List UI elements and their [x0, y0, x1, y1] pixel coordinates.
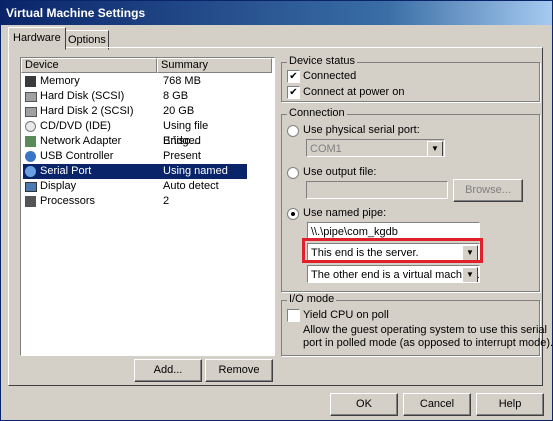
device-name: CD/DVD (IDE) [40, 120, 111, 132]
help-button[interactable]: Help [476, 393, 544, 416]
device-row-processors[interactable]: Processors 2 [23, 194, 247, 209]
usb-icon [25, 151, 36, 162]
device-summary: Auto detect [163, 180, 219, 192]
device-name: Network Adapter [40, 135, 122, 147]
io-mode-description-line2: port in polled mode (as opposed to inter… [303, 337, 553, 349]
display-icon [25, 182, 37, 192]
connected-label: Connected [303, 70, 357, 82]
device-summary: Bridged [163, 135, 201, 147]
title-bar: Virtual Machine Settings [1, 1, 552, 25]
processor-icon [25, 196, 36, 207]
device-summary: 20 GB [163, 105, 195, 117]
device-name: Memory [40, 75, 80, 87]
device-list[interactable]: Device Summary Memory 768 MB Hard Disk (… [20, 57, 275, 356]
device-row-memory[interactable]: Memory 768 MB [23, 74, 247, 89]
io-mode-description-line1: Allow the guest operating system to use … [303, 324, 547, 336]
device-name: Hard Disk (SCSI) [40, 90, 125, 102]
device-row-serial-port[interactable]: Serial Port Using named pi... [23, 164, 247, 192]
device-name: Processors [40, 195, 96, 207]
device-row-usb-controller[interactable]: USB Controller Present [23, 149, 247, 164]
chevron-down-icon: ▼ [427, 141, 443, 156]
device-summary: 768 MB [163, 75, 201, 87]
yield-cpu-checkbox[interactable] [287, 309, 300, 322]
device-name: Hard Disk 2 (SCSI) [40, 105, 134, 117]
connected-checkbox[interactable]: ✔ [287, 70, 300, 83]
tab-hardware[interactable]: Hardware [8, 27, 66, 50]
yield-cpu-label: Yield CPU on poll [303, 309, 389, 321]
physical-port-select[interactable]: COM1 ▼ [306, 139, 445, 157]
highlight-box [302, 238, 483, 263]
device-row-cd-dvd[interactable]: CD/DVD (IDE) Using file E:\iso... [23, 119, 247, 147]
hard-disk-icon [25, 107, 37, 117]
other-end-select[interactable]: The other end is a virtual machine. ▼ [307, 265, 480, 283]
connect-at-power-on-checkbox[interactable]: ✔ [287, 86, 300, 99]
output-file-input[interactable] [306, 181, 448, 199]
io-mode-title: I/O mode [287, 293, 337, 305]
network-adapter-icon [25, 136, 36, 147]
device-status-title: Device status [287, 55, 358, 67]
named-pipe-label: Use named pipe: [303, 207, 387, 219]
device-summary: 2 [163, 195, 170, 207]
device-name: Serial Port [40, 165, 92, 177]
device-summary: 8 GB [163, 90, 189, 102]
hard-disk-icon [25, 92, 37, 102]
device-row-hard-disk-2[interactable]: Hard Disk 2 (SCSI) 20 GB [23, 104, 247, 119]
device-row-network-adapter[interactable]: Network Adapter Bridged [23, 134, 247, 149]
physical-port-value: COM1 [310, 143, 342, 155]
add-button[interactable]: Add... [134, 359, 202, 382]
device-row-hard-disk[interactable]: Hard Disk (SCSI) 8 GB [23, 89, 247, 104]
device-summary: Present [163, 150, 201, 162]
other-end-value: The other end is a virtual machine. [311, 269, 480, 281]
ok-button[interactable]: OK [330, 393, 398, 416]
memory-icon [25, 76, 36, 87]
device-name: Display [40, 180, 77, 192]
cd-dvd-icon [25, 121, 36, 132]
serial-port-icon [25, 166, 36, 177]
physical-serial-port-label: Use physical serial port: [303, 124, 420, 136]
browse-button[interactable]: Browse... [453, 179, 523, 202]
connection-title: Connection [287, 107, 347, 119]
connect-at-power-on-label: Connect at power on [303, 86, 405, 98]
column-header-summary[interactable]: Summary [157, 58, 272, 73]
device-row-display[interactable]: Display Auto detect [23, 179, 247, 194]
device-name: USB Controller [40, 150, 114, 162]
cancel-button[interactable]: Cancel [403, 393, 471, 416]
named-pipe-radio[interactable] [287, 208, 299, 220]
output-file-radio[interactable] [287, 167, 299, 179]
chevron-down-icon: ▼ [462, 267, 478, 282]
physical-serial-port-radio[interactable] [287, 125, 299, 137]
window-title: Virtual Machine Settings [6, 6, 146, 20]
column-header-device[interactable]: Device [21, 58, 157, 73]
remove-button[interactable]: Remove [205, 359, 273, 382]
output-file-label: Use output file: [303, 166, 377, 178]
